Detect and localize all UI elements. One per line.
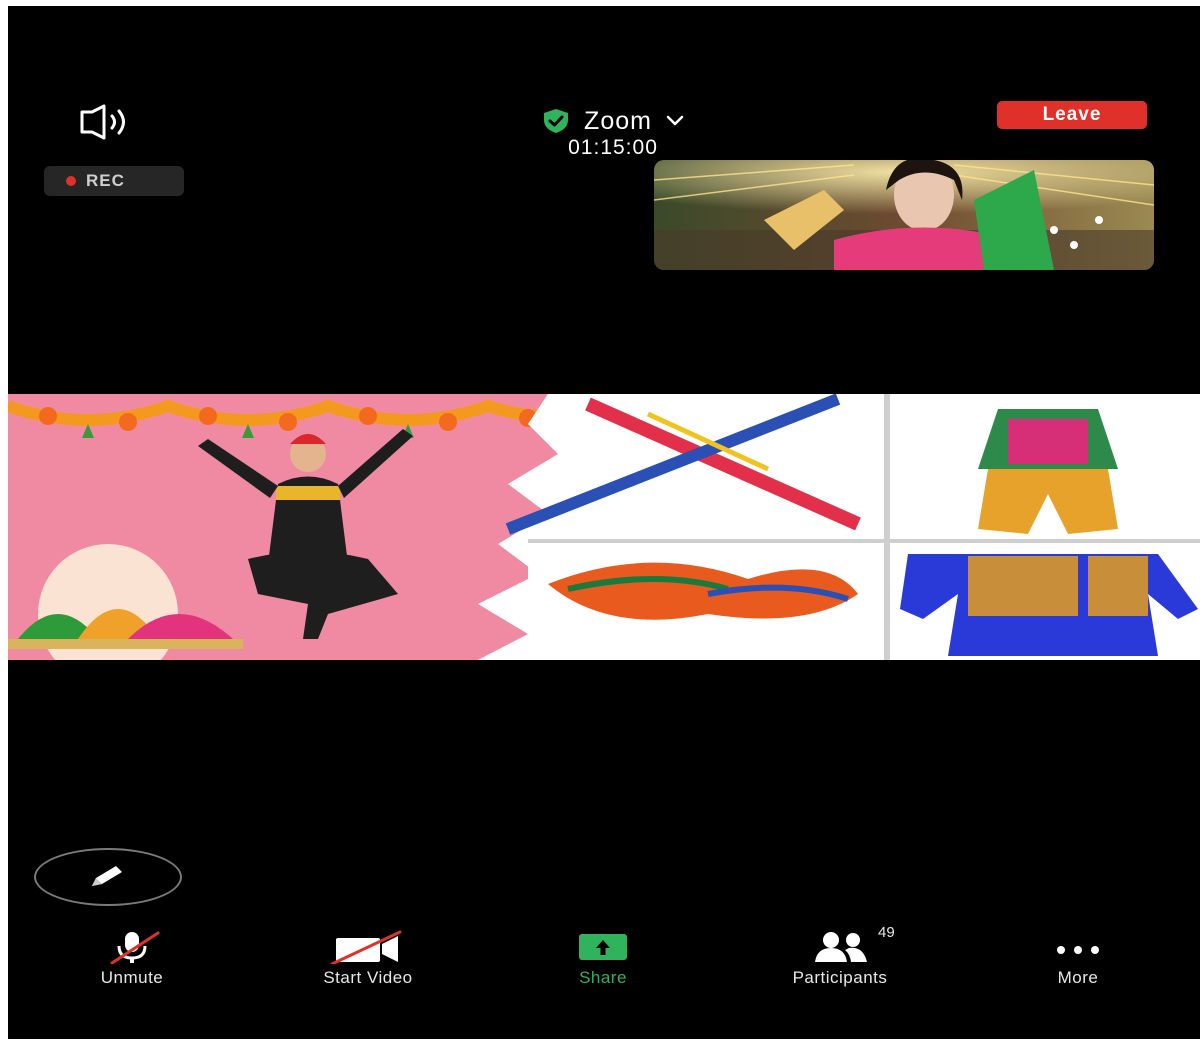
unmute-button[interactable]: Unmute bbox=[72, 930, 192, 990]
start-video-button[interactable]: Start Video bbox=[293, 930, 443, 990]
pencil-icon bbox=[92, 866, 122, 886]
participants-icon bbox=[815, 932, 867, 962]
recording-label: REC bbox=[86, 171, 125, 190]
share-label: Share bbox=[579, 968, 627, 987]
zoom-meeting-screen: Zoom 01:15:00 Leave REC Unmute Start Vid… bbox=[8, 6, 1200, 1039]
participants-button[interactable]: 49 Participants bbox=[760, 924, 920, 990]
chevron-down-icon bbox=[666, 115, 684, 126]
participant-video-thumbnail[interactable] bbox=[654, 160, 1154, 270]
meeting-title-dropdown[interactable]: Zoom bbox=[488, 101, 738, 141]
share-button[interactable]: Share bbox=[548, 930, 658, 990]
speaker-icon bbox=[80, 104, 125, 140]
shared-screen-image bbox=[8, 394, 1200, 660]
shield-check-icon bbox=[544, 109, 569, 133]
leave-button[interactable]: Leave bbox=[997, 101, 1147, 129]
microphone-muted-icon bbox=[110, 931, 160, 964]
participant-video-frame bbox=[654, 160, 1154, 270]
video-off-icon bbox=[330, 930, 402, 964]
meeting-name: Zoom bbox=[584, 106, 652, 135]
recording-dot-icon bbox=[66, 176, 76, 186]
recording-badge: REC bbox=[44, 166, 184, 196]
more-label: More bbox=[1057, 968, 1099, 987]
unmute-label: Unmute bbox=[100, 968, 164, 987]
annotate-button[interactable] bbox=[34, 848, 182, 906]
more-dots-icon bbox=[1057, 946, 1099, 954]
start-video-label: Start Video bbox=[323, 968, 413, 987]
meeting-timer: 01:15:00 bbox=[568, 136, 658, 159]
shared-screen-content bbox=[8, 394, 1200, 660]
share-arrow-icon bbox=[579, 934, 627, 960]
more-button[interactable]: More bbox=[1028, 930, 1128, 990]
speaker-button[interactable] bbox=[78, 102, 158, 142]
participants-label: Participants bbox=[792, 968, 888, 987]
participants-count: 49 bbox=[878, 924, 895, 941]
